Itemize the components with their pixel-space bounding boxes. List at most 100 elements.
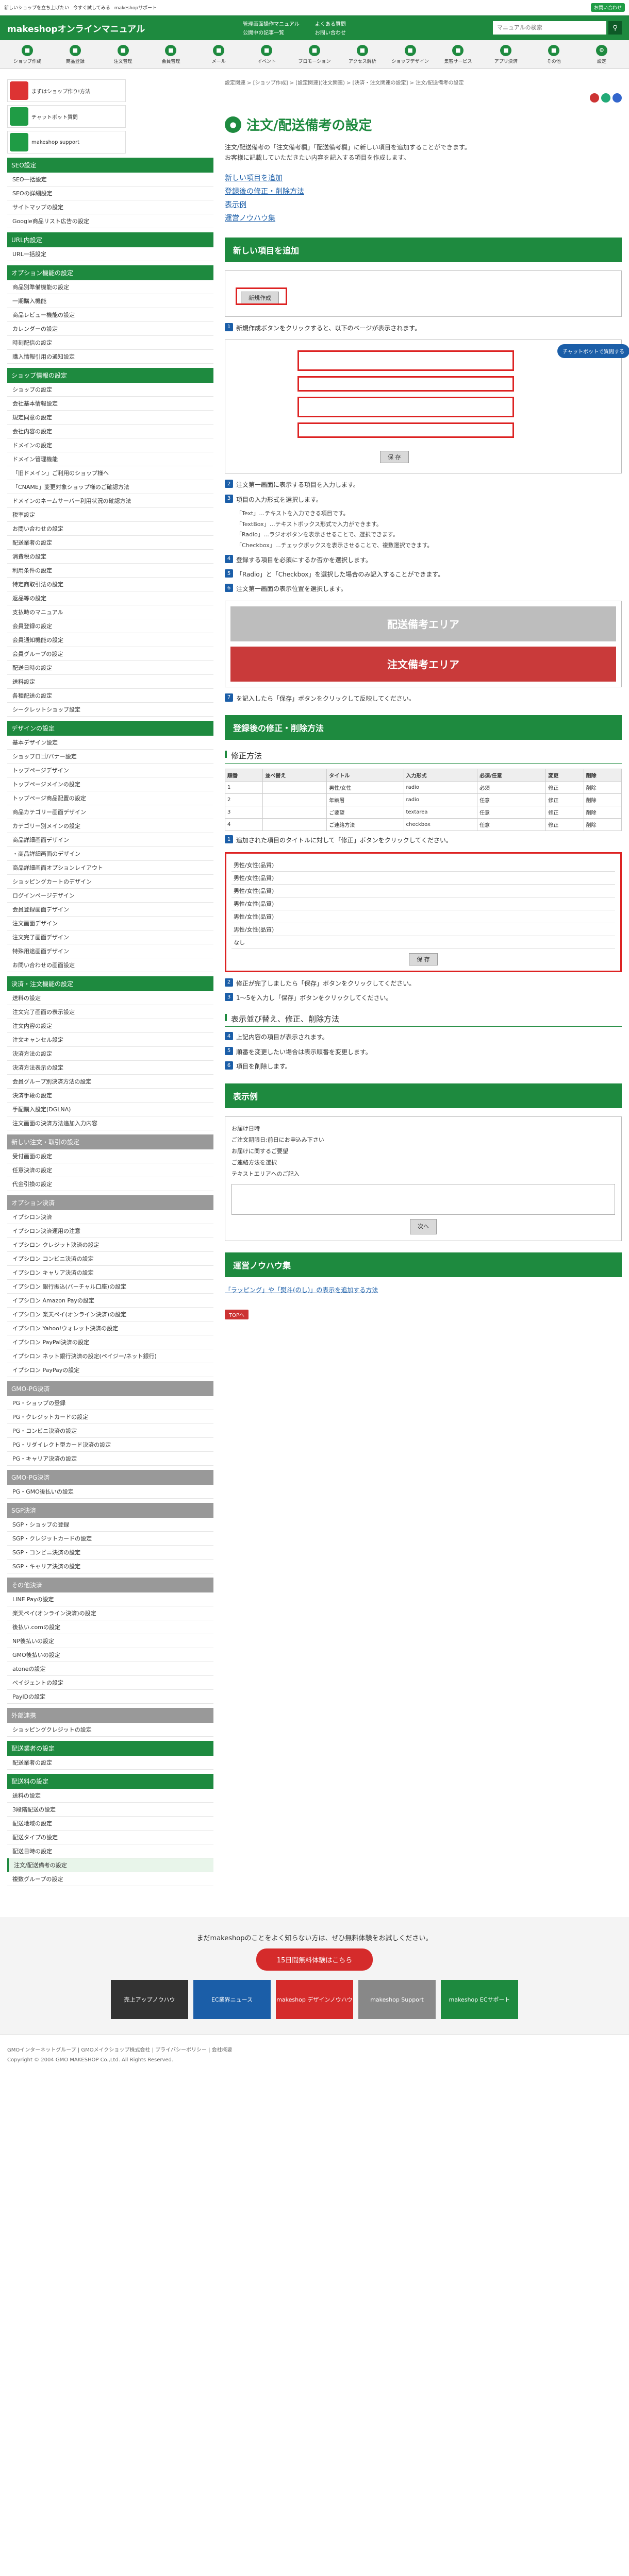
sidebar-item[interactable]: お問い合わせの設定	[7, 522, 213, 536]
topbar-link-2[interactable]: 今すぐ試してみる	[73, 4, 110, 11]
sidebar-item[interactable]: シークレットショップ設定	[7, 703, 213, 717]
sidebar-item[interactable]: トップページ商品配置の設定	[7, 791, 213, 805]
sidebar-item[interactable]: 注文完了画面デザイン	[7, 930, 213, 944]
gnav-orders[interactable]: ■ 注文管理	[102, 40, 144, 69]
sidebar-item[interactable]: イプシロン ネット銀行決済の設定(ペイジー/ネット銀行)	[7, 1349, 213, 1363]
sidebar-item[interactable]: イプシロン PayPayの設定	[7, 1363, 213, 1377]
chatbot-button[interactable]: チャットボットで質問する	[557, 344, 629, 359]
sidebar-item[interactable]: 購入情報引用の通知設定	[7, 350, 213, 364]
sidebar-item[interactable]: お問い合わせの画面設定	[7, 958, 213, 972]
sidebar-item[interactable]: SGP・コンビニ決済の設定	[7, 1546, 213, 1560]
table-cell[interactable]: 削除	[583, 818, 622, 832]
sidebar-item[interactable]: NP後払いの設定	[7, 1634, 213, 1648]
sidebar-item[interactable]: 送料の設定	[7, 991, 213, 1005]
sidebar-banner-support[interactable]: makeshop support	[7, 131, 126, 154]
topbar-link-3[interactable]: makeshopサポート	[114, 4, 157, 11]
sidebar-item[interactable]: 決済方法の設定	[7, 1047, 213, 1061]
table-cell[interactable]: 削除	[583, 793, 622, 807]
sidebar-item[interactable]: 注文画面デザイン	[7, 917, 213, 930]
toc-link[interactable]: 登録後の修正・削除方法	[225, 186, 622, 196]
knowhow-link[interactable]: 「ラッピング」や「熨斗(のし)」の表示を追加する方法	[225, 1286, 378, 1294]
sidebar-item[interactable]: PG・コンビニ決済の設定	[7, 1424, 213, 1438]
sidebar-item[interactable]: 会社基本情報設定	[7, 397, 213, 411]
sidebar-item[interactable]: 配送業者の設定	[7, 536, 213, 550]
header-link[interactable]: 公開中の記事一覧	[243, 28, 300, 36]
sidebar-item[interactable]: 「CNAME」変更対象ショップ様のご確認方法	[7, 480, 213, 494]
table-cell[interactable]: 削除	[583, 781, 622, 794]
sidebar-item[interactable]: 利用条件の設定	[7, 564, 213, 578]
sidebar-item[interactable]: 会員グループの設定	[7, 647, 213, 661]
sidebar-item[interactable]: 配送業者の設定	[7, 1756, 213, 1770]
sidebar-item[interactable]: GMO後払いの設定	[7, 1648, 213, 1662]
sidebar-banner-chatbot[interactable]: チャットボット質問	[7, 105, 126, 128]
sidebar-item[interactable]: 会員グループ別決済方法の設定	[7, 1075, 213, 1089]
sidebar-item[interactable]: PG・リダイレクト型カード決済の設定	[7, 1438, 213, 1452]
sidebar-item[interactable]: PG・クレジットカードの設定	[7, 1410, 213, 1424]
sidebar-item[interactable]: PG・ショップの登録	[7, 1396, 213, 1410]
sidebar-item[interactable]: トップページメインの設定	[7, 777, 213, 791]
sidebar-item[interactable]: カテゴリー別メインの設定	[7, 819, 213, 833]
sidebar-item[interactable]: SGP・クレジットカードの設定	[7, 1532, 213, 1546]
sidebar-item[interactable]: 後払い.comの設定	[7, 1620, 213, 1634]
sidebar-item[interactable]: イプシロン 楽天ペイ(オンライン決済)の設定	[7, 1308, 213, 1321]
list-item[interactable]: 男性/女性(品質)	[231, 910, 615, 923]
sidebar-item[interactable]: 基本デザイン設定	[7, 736, 213, 750]
sidebar-item[interactable]: 注文内容の設定	[7, 1019, 213, 1033]
sidebar-item[interactable]: 特殊用途画面デザイン	[7, 944, 213, 958]
sidebar-item[interactable]: 送料設定	[7, 675, 213, 689]
sidebar-item[interactable]: 会員通知機能の設定	[7, 633, 213, 647]
sidebar-item[interactable]: 注文/配送備考の設定	[7, 1858, 213, 1872]
sidebar-item[interactable]: イプシロン Amazon Payの設定	[7, 1294, 213, 1308]
gnav-analytics[interactable]: ■ アクセス解析	[341, 40, 384, 69]
gnav-shop[interactable]: ■ ショップ作成	[6, 40, 48, 69]
share-icon[interactable]	[601, 93, 610, 103]
footer-banner[interactable]: makeshop デザインノウハウ	[276, 1980, 353, 2019]
sidebar-item[interactable]: イプシロン 銀行振込(バーチャル口座)の設定	[7, 1280, 213, 1294]
sidebar-item[interactable]: トップページデザイン	[7, 764, 213, 777]
sidebar-item[interactable]: ・商品詳細画面のデザイン	[7, 847, 213, 861]
sidebar-item[interactable]: 会員登録の設定	[7, 619, 213, 633]
sidebar-item[interactable]: 任意決済の設定	[7, 1163, 213, 1177]
share-icon[interactable]	[590, 93, 599, 103]
sidebar-item[interactable]: 特定商取引法の設定	[7, 578, 213, 591]
sidebar-item[interactable]: ドメインの設定	[7, 438, 213, 452]
top-button[interactable]: TOPへ	[225, 1309, 249, 1319]
next-button[interactable]: 次へ	[410, 1218, 437, 1234]
sidebar-item[interactable]: 各種配送の設定	[7, 689, 213, 703]
sidebar-item[interactable]: 商品詳細画面オプションレイアウト	[7, 861, 213, 875]
list-item[interactable]: 男性/女性(品質)	[231, 859, 615, 872]
sidebar-item[interactable]: PG・キャリア決済の設定	[7, 1452, 213, 1466]
sidebar-item[interactable]: イプシロン PayPal決済の設定	[7, 1335, 213, 1349]
footer-banner[interactable]: makeshop ECサポート	[441, 1980, 518, 2019]
sidebar-item[interactable]: PG・GMO後払いの設定	[7, 1485, 213, 1499]
list-item[interactable]: なし	[231, 936, 615, 949]
topbar-link-1[interactable]: 新しいショップを立ち上げたい	[4, 4, 69, 11]
sidebar-item[interactable]: イプシロン Yahoo!ウォレット決済の設定	[7, 1321, 213, 1335]
list-item[interactable]: 男性/女性(品質)	[231, 897, 615, 910]
sidebar-item[interactable]: 配送日時の設定	[7, 1844, 213, 1858]
sidebar-item[interactable]: 消費税の設定	[7, 550, 213, 564]
gnav-payment[interactable]: ■ アプリ決済	[485, 40, 527, 69]
table-cell[interactable]: 修正	[545, 806, 584, 819]
sidebar-item[interactable]: 注文完了画面の表示設定	[7, 1005, 213, 1019]
toc-link[interactable]: 表示例	[225, 199, 622, 210]
gnav-members[interactable]: ■ 会員管理	[150, 40, 192, 69]
sidebar-item[interactable]: 商品別準備機能の設定	[7, 280, 213, 294]
sidebar-item[interactable]: 3段階配送の設定	[7, 1803, 213, 1817]
header-link[interactable]: 管理画面操作マニュアル	[243, 20, 300, 27]
sidebar-item[interactable]: atoneの設定	[7, 1662, 213, 1676]
sidebar-item[interactable]: SEO一括設定	[7, 173, 213, 187]
table-cell[interactable]: 修正	[545, 781, 584, 794]
sidebar-item[interactable]: サイトマップの設定	[7, 200, 213, 214]
sidebar-item[interactable]: 時刻配信の設定	[7, 336, 213, 350]
footer-links[interactable]: GMOインターネットグループ | GMOメイクショップ株式会社 | プライバシー…	[7, 2045, 622, 2053]
sidebar-item[interactable]: 返品等の設定	[7, 591, 213, 605]
search-input[interactable]	[493, 21, 606, 35]
gnav-settings[interactable]: ⚙ 設定	[581, 40, 623, 69]
sidebar-item[interactable]: 注文画面の決済方法追加入力内容	[7, 1116, 213, 1130]
toc-link[interactable]: 運営ノウハウ集	[225, 213, 622, 223]
sidebar-item[interactable]: 送料の設定	[7, 1789, 213, 1803]
gnav-design[interactable]: ■ ショップデザイン	[389, 40, 432, 69]
gnav-promotion[interactable]: ■ プロモーション	[293, 40, 336, 69]
sidebar-item[interactable]: イプシロン コンビニ決済の設定	[7, 1252, 213, 1266]
